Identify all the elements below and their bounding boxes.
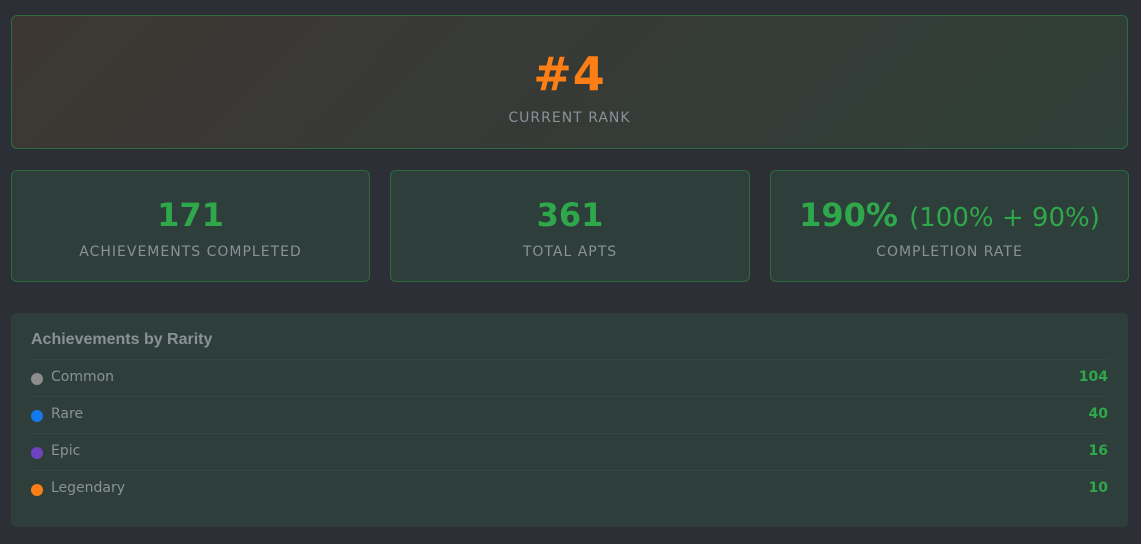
completion-rate-breakdown: (100% + 90%) xyxy=(909,203,1100,233)
rarity-row-rare: Rare 40 xyxy=(31,397,1108,434)
current-rank-card: #4 CURRENT RANK xyxy=(11,15,1128,149)
rare-dot-icon xyxy=(31,410,43,422)
rarity-row-epic: Epic 16 xyxy=(31,434,1108,471)
rarity-count-legendary: 10 xyxy=(1088,480,1108,496)
completion-rate-card: 190% (100% + 90%) COMPLETION RATE xyxy=(770,170,1129,282)
completion-rate-number: 190% xyxy=(799,196,898,234)
rarity-count-rare: 40 xyxy=(1088,406,1108,422)
rarity-row-common: Common 104 xyxy=(31,360,1108,397)
completion-rate-value: 190% (100% + 90%) xyxy=(771,195,1128,238)
current-rank-label: CURRENT RANK xyxy=(508,110,631,126)
epic-dot-icon xyxy=(31,447,43,459)
rarity-row-legendary: Legendary 10 xyxy=(31,471,1108,507)
total-apts-card: 361 TOTAL APTS xyxy=(390,170,750,282)
rarity-list: Common 104 Rare 40 Epic 16 Legendary 10 xyxy=(31,359,1108,507)
current-rank-value: #4 xyxy=(533,47,606,101)
rarity-name-rare: Rare xyxy=(51,406,84,422)
legendary-dot-icon xyxy=(31,484,43,496)
achievements-by-rarity-panel: Achievements by Rarity Common 104 Rare 4… xyxy=(11,313,1128,527)
completion-rate-label: COMPLETION RATE xyxy=(876,244,1023,260)
rarity-count-epic: 16 xyxy=(1088,443,1108,459)
rarity-name-epic: Epic xyxy=(51,443,81,459)
rarity-count-common: 104 xyxy=(1078,369,1108,385)
rarity-name-common: Common xyxy=(51,369,115,385)
total-apts-label: TOTAL APTS xyxy=(522,244,618,260)
achievements-completed-value: 171 xyxy=(12,195,369,235)
achievements-completed-card: 171 ACHIEVEMENTS COMPLETED xyxy=(11,170,370,282)
achievements-completed-label: ACHIEVEMENTS COMPLETED xyxy=(79,244,302,260)
total-apts-value: 361 xyxy=(391,195,749,235)
common-dot-icon xyxy=(31,373,43,385)
rarity-name-legendary: Legendary xyxy=(51,480,126,496)
total-apts-number: 361 xyxy=(536,196,604,234)
achievements-completed-number: 171 xyxy=(157,196,224,234)
rarity-panel-title: Achievements by Rarity xyxy=(31,331,213,348)
